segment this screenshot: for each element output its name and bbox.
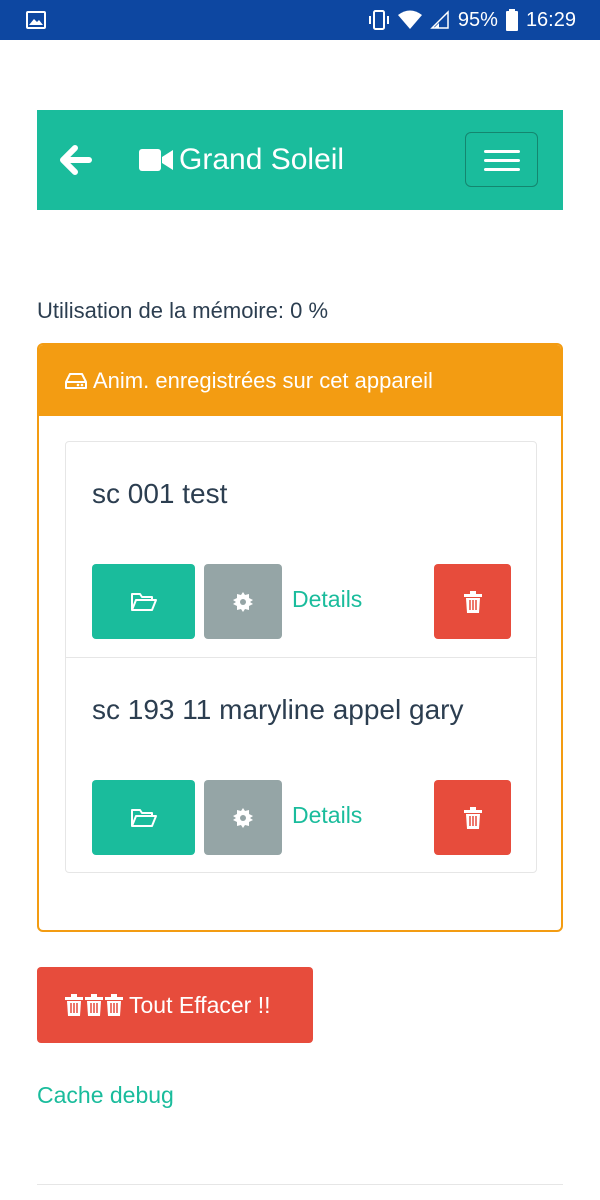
status-right: 95% 16:29	[368, 0, 576, 40]
clear-all-label: Tout Effacer !!	[129, 991, 271, 1018]
panel-heading: Anim. enregistrées sur cet appareil	[39, 345, 561, 416]
hamburger-menu-icon	[484, 150, 520, 153]
list-item: sc 193 11 maryline appel gary Details	[66, 657, 536, 872]
battery-icon	[505, 9, 518, 31]
animation-title: sc 001 test	[92, 478, 228, 509]
settings-button[interactable]	[204, 780, 282, 855]
trash-icon	[65, 994, 123, 1016]
gallery-icon	[26, 11, 46, 29]
details-link[interactable]: Details	[292, 586, 362, 613]
open-button[interactable]	[92, 780, 195, 855]
folder-open-icon	[130, 592, 157, 611]
clock: 16:29	[525, 8, 576, 31]
app-navbar: Grand Soleil	[37, 110, 563, 210]
animation-list: sc 001 test Details sc 193 11 maryline a…	[65, 441, 537, 873]
delete-button[interactable]	[434, 564, 511, 639]
gear-icon	[233, 591, 253, 612]
hard-drive-icon	[65, 372, 87, 389]
delete-button[interactable]	[434, 780, 511, 855]
details-link[interactable]: Details	[292, 802, 362, 829]
animation-title: sc 193 11 maryline appel gary	[92, 694, 464, 725]
vibrate-icon	[368, 10, 389, 30]
navbar-title: Grand Soleil	[179, 143, 345, 176]
cache-debug-link[interactable]: Cache debug	[37, 1082, 174, 1109]
saved-animations-panel: Anim. enregistrées sur cet appareil sc 0…	[37, 343, 563, 932]
signal-icon	[430, 10, 449, 29]
battery-percent: 95%	[457, 8, 498, 31]
list-item: sc 001 test Details	[66, 442, 536, 657]
hamburger-menu-button[interactable]	[465, 132, 538, 187]
memory-usage-text: Utilisation de la mémoire: 0 %	[37, 298, 329, 323]
folder-open-icon	[130, 808, 157, 827]
back-arrow-icon[interactable]	[59, 144, 93, 176]
gear-icon	[233, 807, 253, 828]
clear-all-button[interactable]: Tout Effacer !!	[37, 967, 313, 1043]
settings-button[interactable]	[204, 564, 282, 639]
trash-icon	[463, 806, 482, 829]
navbar-brand[interactable]: Grand Soleil	[139, 138, 344, 182]
trash-icon	[463, 590, 482, 613]
divider	[37, 1184, 563, 1185]
status-bar: 95% 16:29	[0, 0, 600, 40]
video-camera-icon	[139, 149, 173, 171]
open-button[interactable]	[92, 564, 195, 639]
wifi-icon	[397, 10, 422, 29]
panel-heading-text: Anim. enregistrées sur cet appareil	[93, 367, 433, 393]
